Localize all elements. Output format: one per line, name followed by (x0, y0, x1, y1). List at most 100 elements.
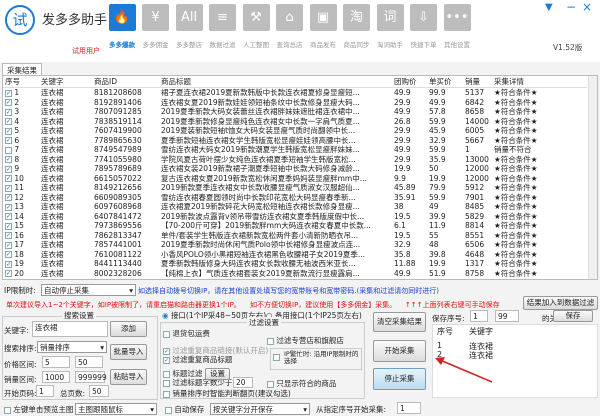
add-to-filter-button[interactable]: 结果加入到数据过滤 (523, 296, 598, 310)
close-button[interactable]: × (582, 0, 592, 14)
row-checkbox[interactable]: ✓ 20 (5, 269, 24, 279)
preview-label: 左键单击预览主图 (13, 405, 74, 414)
price-max-input[interactable]: 50 (75, 356, 103, 368)
filter-option-checkbox[interactable]: 退货包运费 (163, 328, 210, 339)
table-row[interactable]: ✓ 8 连衣裙 7741055980 学院风夏古荷叶摆少女纯色连衣裙夏季短袖学生韩版宽… (3, 155, 587, 165)
col-title[interactable]: 商品标题 (161, 76, 191, 88)
row-checkbox[interactable]: ✓ 16 (5, 231, 24, 241)
total-pages-input[interactable]: 50 (89, 385, 109, 397)
start-page-input[interactable]: 1 (36, 385, 54, 397)
row-checkbox[interactable]: ✓ 14 (5, 212, 24, 222)
filter-shop-checkbox[interactable]: 过滤专营店和旗舰店 (267, 335, 344, 346)
row-checkbox[interactable]: ✓ 10 (5, 174, 24, 184)
table-row[interactable]: ✓ 15 连衣裙 7973869556 【70-200斤可穿】2019新款胖mm大码连… (3, 221, 587, 231)
nav-yen[interactable]: ¥ 多多佣金 (140, 4, 172, 49)
table-row[interactable]: ✓ 5 连衣裙 7607419900 2019夏装新款短袖t恤女大码女装显瘦气质时尚翻… (3, 126, 587, 136)
row-checkbox[interactable]: ✓ 6 (5, 136, 19, 146)
table-row[interactable]: ✓ 14 连衣裙 6407841472 2019新款波点露背v领吊带雪纺连衣裙女夏季韩… (3, 212, 587, 222)
col-keyword[interactable]: 关键字 (41, 76, 64, 88)
cell-single-price: 39.9 (429, 211, 446, 221)
row-checkbox[interactable]: ✓ 19 (5, 259, 24, 269)
table-row[interactable]: ✓ 20 连衣裙 8002328206 【纯棉上衣】气质连衣裙套装女2019夏新款流行… (3, 269, 587, 279)
sales-max-input[interactable]: 999999 (75, 371, 107, 383)
nav-filter-search[interactable]: ≡ 数据过滤 (207, 4, 239, 49)
start-collect-button[interactable]: 开始采集 (373, 340, 426, 362)
row-checkbox[interactable]: ✓ 9 (5, 164, 19, 174)
nav-more[interactable]: ••• 其他设置 (441, 4, 473, 49)
clear-results-button[interactable]: 清空采集结果 (373, 312, 426, 332)
title-filter-settings-button[interactable]: 设置 (205, 368, 230, 380)
save-seq-to-input[interactable]: 99 (495, 310, 519, 322)
menu-dropdown-icon[interactable]: ▼ (545, 2, 553, 13)
table-row[interactable]: ✓ 11 连衣裙 8149212656 2019新款夏季连衣裙女中长款收腰显瘦气质淑女… (3, 183, 587, 193)
row-checkbox[interactable]: ✓ 18 (5, 250, 24, 260)
save-mode-select[interactable]: 按关键字分开保存 (210, 403, 310, 415)
row-checkbox[interactable]: ✓ 1 (5, 88, 19, 98)
batch-import-button[interactable]: 批量导入 (110, 344, 147, 360)
checkbox-icon: ✓ (5, 127, 12, 135)
table-row[interactable]: ✓ 13 连衣裙 6097608968 连衣裙夏2019新款碎花大码宽松短袖连衣裙长款… (3, 202, 587, 212)
table-row[interactable]: 7 连衣裙 8749547989 雪纺连衣裙大码女2019新款潮夏学生韩版宽松显瘦胖妹… (3, 145, 587, 155)
row-checkbox[interactable]: ✓ 11 (5, 183, 24, 193)
table-row[interactable]: ✓ 12 连衣裙 6609089305 雪纺连衣裙春夏圆领时尚中长款印花宽松大码显瘦春… (3, 193, 587, 203)
col-detail[interactable]: 采集详情 (494, 76, 524, 88)
table-row[interactable]: ✓ 17 连衣裙 7857441001 2019夏季新款时尚休闲气质Polo领中长裙修… (3, 240, 587, 250)
row-checkbox[interactable]: ✓ 8 (5, 155, 19, 165)
save-seq-from-input[interactable]: 1 (470, 310, 488, 322)
save-button[interactable]: 保存 (553, 310, 593, 322)
table-row[interactable]: ✓ 6 连衣裙 7789865630 夏季新款短袖连衣裙女学生韩版宽松显瘦娃娃领高腰中… (3, 136, 587, 146)
row-checkbox[interactable]: ✓ 2 (5, 98, 19, 108)
only-matching-checkbox[interactable]: 只显示符合的商品 (267, 378, 336, 389)
row-checkbox[interactable]: ✓ 12 (5, 193, 24, 203)
col-id[interactable]: 商品ID (94, 76, 117, 88)
col-no[interactable]: 序号 (5, 76, 20, 88)
table-row[interactable]: ✓ 1 连衣裙 8181208608 裙子夏连衣裙2019夏新款韩版中长款连衣裙夏修身… (3, 88, 587, 98)
row-checkbox[interactable]: 7 (5, 145, 19, 155)
ip-busy-checkbox[interactable] (273, 352, 280, 361)
table-row[interactable]: ✓ 4 连衣裙 7838519114 2019夏季新款修身显瘦纯色连衣裙女中长款一字肩… (3, 117, 587, 127)
ip-limit-select[interactable]: 自动停止采集 (41, 284, 136, 296)
paste-import-button[interactable]: 粘贴导入 (110, 369, 147, 385)
nav-word-search[interactable]: 词淘词助手 (374, 4, 406, 49)
nav-fire[interactable]: 🔥 多多爆款 (106, 4, 138, 49)
filter-option-checkbox[interactable]: ✓ 过滤重复商品标题 (163, 354, 232, 365)
row-checkbox[interactable]: ✓ 13 (5, 202, 24, 212)
col-group-price[interactable]: 团购价 (394, 76, 417, 88)
start-from-input[interactable]: 1 (397, 402, 421, 414)
nav-store[interactable]: ⌂ 查询总店 (274, 4, 306, 49)
row-checkbox[interactable]: ✓ 15 (5, 221, 24, 231)
sort-select[interactable]: 销量排序 (37, 341, 107, 353)
stop-collect-button[interactable]: 停止采集 (373, 368, 426, 390)
col-single-price[interactable]: 单买价 (429, 76, 452, 88)
preview-mode-select[interactable]: 主图跟随鼠标 (75, 403, 157, 415)
keyword-input[interactable]: 连衣裙 (32, 321, 108, 337)
sales-min-input[interactable]: 1000 (42, 371, 70, 383)
add-button[interactable]: 添加 (110, 321, 147, 337)
row-checkbox[interactable]: ✓ 5 (5, 126, 19, 136)
row-checkbox[interactable]: ✓ 4 (5, 117, 19, 127)
min-title-length-input[interactable]: 20 (233, 377, 253, 388)
table-row[interactable]: ✓ 16 连衣裙 7862813347 单件/套装学生韩版连衣裙新款宽松两件套小清新防… (3, 231, 587, 241)
minimize-button[interactable]: − (566, 0, 576, 14)
table-row[interactable]: ✓ 2 连衣裙 8192891406 连衣裙女夏2019新款娃娃领短袖条纹中长款修身显… (3, 98, 587, 108)
filter-option-checkbox[interactable]: 销量排序时智能判断翻页(建议勾选) (163, 388, 291, 399)
row-checkbox[interactable]: ✓ 3 (5, 107, 19, 117)
table-scrollbar[interactable] (588, 76, 597, 279)
nav-all[interactable]: All 多多整店 (173, 4, 205, 49)
table-row[interactable]: ✓ 9 连衣裙 7895789689 连衣裙女装2019新款裙子潮夏季短袖中长款大码修… (3, 164, 587, 174)
nav-sync[interactable]: 淘商品同步 (341, 4, 373, 49)
table-row[interactable]: ✓ 19 连衣裙 8441113440 夏季新款韩版修身大码连衣裙女长款收腰无袖波西米… (3, 259, 587, 269)
price-min-input[interactable]: 5 (42, 356, 70, 368)
table-row[interactable]: ✓ 10 连衣裙 6615057022 复古连衣裙女夏2019新款宽松休闲夏季妈妈装显… (3, 174, 587, 184)
table-row[interactable]: ✓ 3 连衣裙 7807091285 2019夏季新款大码女装蕾丝连衣裙胖妹妹遮肚裙连… (3, 107, 587, 117)
table-row[interactable]: ✓ 18 连衣裙 7610081122 小香风POLO领小黑裙短袖连衣裙黑色收腰裙子女… (3, 250, 587, 260)
nav-download[interactable]: ⇩ 快捷下单 (408, 4, 440, 49)
tab-collect-results[interactable]: 采集结果 (2, 63, 42, 75)
nav-box[interactable]: ▣ 商品发布 (307, 4, 339, 49)
cell-single-price: 32.9 (429, 135, 446, 145)
col-sales[interactable]: 销量 (465, 76, 480, 88)
nav-sweep[interactable]: ⚒ 人工整图 (240, 4, 272, 49)
row-checkbox[interactable]: ✓ 17 (5, 240, 24, 250)
preview-checkbox[interactable]: 左键单击预览主图 (4, 404, 73, 415)
auto-save-checkbox[interactable]: 自动保存 (165, 404, 204, 415)
